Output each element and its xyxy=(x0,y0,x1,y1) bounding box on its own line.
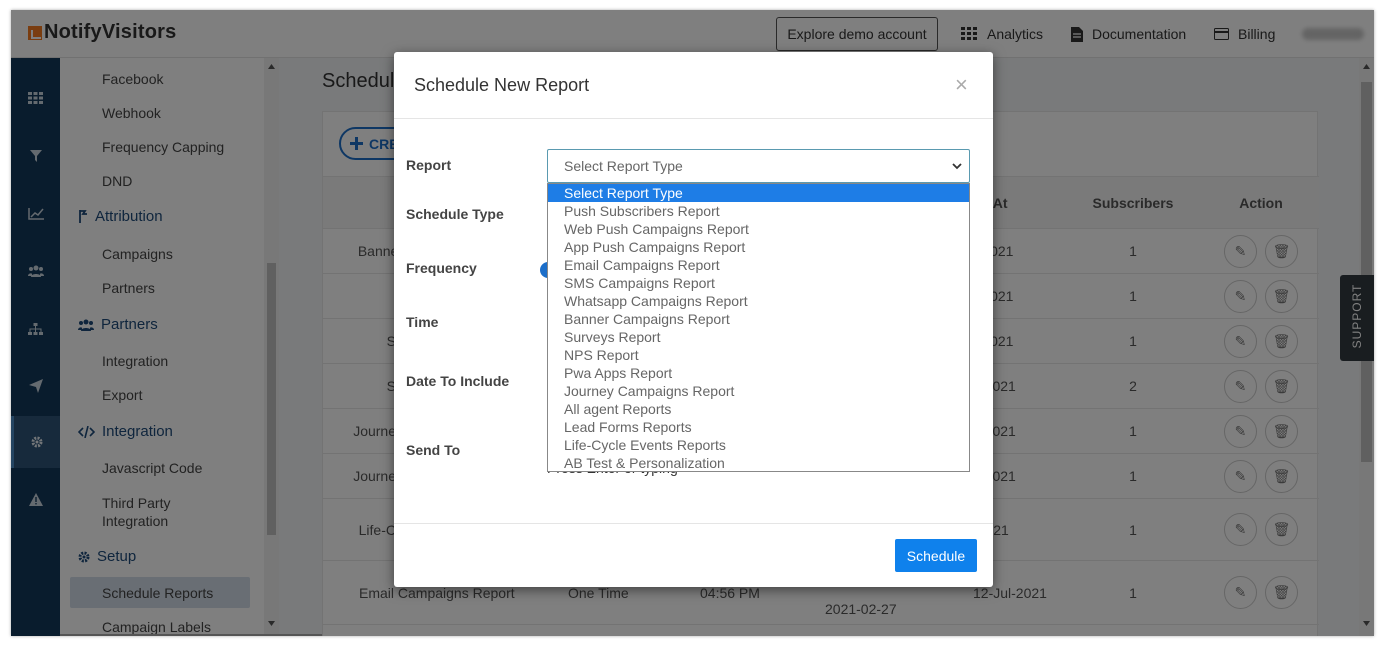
report-type-dropdown: Select Report Type Push Subscribers Repo… xyxy=(547,183,970,472)
option-web-push-campaigns[interactable]: Web Push Campaigns Report xyxy=(548,220,969,238)
option-select-report-type[interactable]: Select Report Type xyxy=(548,184,969,202)
app-window: NotifyVisitors Explore demo account Anal… xyxy=(11,10,1374,636)
label-time: Time xyxy=(406,314,439,330)
option-ab-test[interactable]: AB Test & Personalization xyxy=(548,454,969,471)
option-banner-campaigns[interactable]: Banner Campaigns Report xyxy=(548,310,969,328)
option-all-agent[interactable]: All agent Reports xyxy=(548,400,969,418)
modal-title: Schedule New Report xyxy=(414,75,590,95)
label-schedule-type: Schedule Type xyxy=(406,206,504,222)
label-send-to: Send To xyxy=(406,442,461,458)
option-lead-forms[interactable]: Lead Forms Reports xyxy=(548,418,969,436)
label-frequency: Frequency xyxy=(406,260,477,276)
option-surveys[interactable]: Surveys Report xyxy=(548,328,969,346)
chevron-down-icon xyxy=(952,163,962,170)
option-whatsapp-campaigns[interactable]: Whatsapp Campaigns Report xyxy=(548,292,969,310)
option-push-subscribers[interactable]: Push Subscribers Report xyxy=(548,202,969,220)
option-sms-campaigns[interactable]: SMS Campaigns Report xyxy=(548,274,969,292)
report-type-select[interactable]: Select Report Type xyxy=(547,149,970,183)
option-life-cycle-events[interactable]: Life-Cycle Events Reports xyxy=(548,436,969,454)
option-nps[interactable]: NPS Report xyxy=(548,346,969,364)
label-date-to-include: Date To Include xyxy=(406,373,510,389)
close-icon[interactable]: × xyxy=(955,74,968,96)
schedule-report-modal: Schedule New Report × Report Schedule Ty… xyxy=(394,52,993,587)
label-report: Report xyxy=(406,157,452,173)
schedule-button[interactable]: Schedule xyxy=(895,539,977,572)
modal-header: Schedule New Report × xyxy=(394,52,993,119)
option-journey-campaigns[interactable]: Journey Campaigns Report xyxy=(548,382,969,400)
option-pwa-apps[interactable]: Pwa Apps Report xyxy=(548,364,969,382)
option-email-campaigns[interactable]: Email Campaigns Report xyxy=(548,256,969,274)
report-type-selected: Select Report Type xyxy=(564,158,683,174)
option-app-push-campaigns[interactable]: App Push Campaigns Report xyxy=(548,238,969,256)
